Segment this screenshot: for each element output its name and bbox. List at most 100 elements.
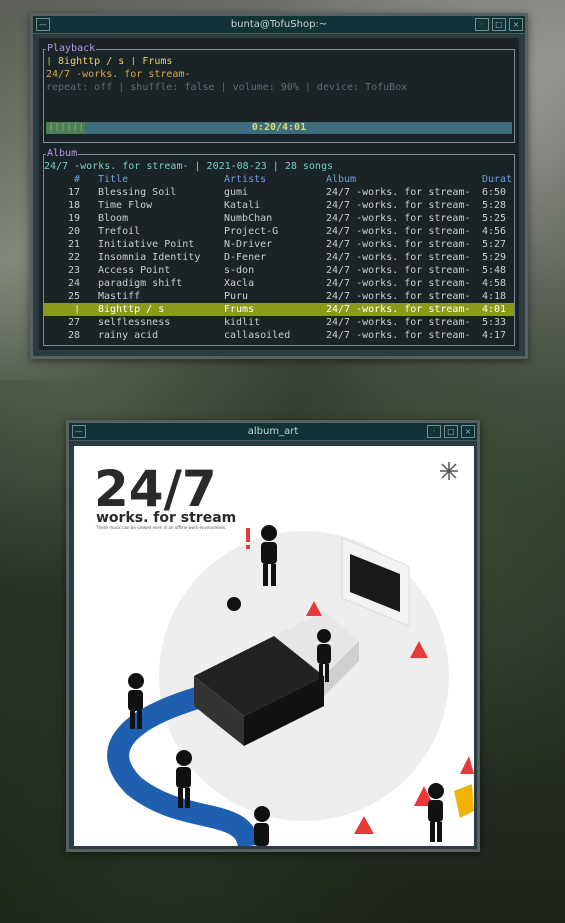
track-row[interactable]: 28 rainy acid callasoiled 24/7 -works. for … — [44, 329, 514, 342]
minimize-icon[interactable]: · — [427, 425, 441, 438]
track-album: 24/7 -works. for stream- — [326, 200, 471, 211]
track-title: rainy acid — [98, 330, 159, 341]
maximize-icon[interactable]: □ — [444, 425, 458, 438]
track-title: Mastiff — [98, 291, 141, 302]
track-artist: NumbChan — [224, 213, 273, 224]
window-title: bunta@TofuShop:~ — [230, 19, 328, 30]
track-title: selflessness — [98, 317, 171, 328]
track-num: ❘ — [73, 304, 80, 315]
album-header: 24/7 -works. for stream- | 2021-08-23 | … — [44, 161, 333, 172]
window-menu-icon[interactable]: — — [36, 18, 50, 31]
track-duration: 4:58 — [482, 278, 507, 289]
track-album: 24/7 -works. for stream- — [326, 304, 471, 315]
track-album: 24/7 -works. for stream- — [326, 291, 471, 302]
track-artist: Katali — [224, 200, 261, 211]
track-row[interactable]: 17 Blessing Soil gumi 24/7 -works. for stre… — [44, 186, 514, 199]
cover-subtitle: works. for stream — [96, 510, 236, 526]
tracklist-header: # Title Artists Album Durat — [44, 173, 514, 186]
track-num: 20 — [67, 226, 80, 237]
album-cover-illustration: 24/7 works. for stream These music can b… — [94, 460, 474, 846]
col-num[interactable]: # — [62, 173, 80, 186]
track-artist: N-Driver — [224, 239, 273, 250]
track-title: 8ighttp / s — [98, 304, 165, 315]
track-num: 24 — [67, 278, 80, 289]
track-num: 23 — [67, 265, 80, 276]
now-playing-text: ❘ 8ighttp / s ❘ Frums — [46, 56, 173, 67]
track-row[interactable]: 23 Access Point s-don 24/7 -works. for stre… — [44, 264, 514, 277]
album-panel: Album 24/7 -works. for stream- | 2021-08… — [43, 148, 515, 346]
track-num: 28 — [67, 330, 80, 341]
track-artist: Frums — [224, 304, 255, 315]
terminal-body[interactable]: Playback ❘ 8ighttp / s ❘ Frums 24/7 -wor… — [39, 38, 519, 350]
track-artist: s-don — [224, 265, 255, 276]
track-title: Blessing Soil — [98, 187, 177, 198]
track-num: 19 — [67, 213, 80, 224]
track-duration: 4:56 — [482, 226, 507, 237]
playback-status-line: repeat: off | shuffle: false | volume: 9… — [46, 82, 408, 93]
window-title: album_art — [247, 426, 299, 437]
track-artist: Xacla — [224, 278, 255, 289]
track-album: 24/7 -works. for stream- — [326, 278, 471, 289]
track-album: 24/7 -works. for stream- — [326, 239, 471, 250]
track-num: 18 — [67, 200, 80, 211]
playback-label: Playback — [46, 43, 97, 55]
track-row[interactable]: 19 Bloom NumbChan 24/7 -works. for stream- 5… — [44, 212, 514, 225]
window-menu-icon[interactable]: — — [72, 425, 86, 438]
track-album: 24/7 -works. for stream- — [326, 330, 471, 341]
track-album: 24/7 -works. for stream- — [326, 265, 471, 276]
col-title[interactable]: Title — [98, 173, 128, 186]
track-row[interactable]: 24 paradigm shift Xacla 24/7 -works. for st… — [44, 277, 514, 290]
album-label: Album — [46, 148, 79, 160]
track-duration: 5:33 — [482, 317, 507, 328]
track-artist: Puru — [224, 291, 249, 302]
track-title: Time Flow — [98, 200, 153, 211]
tracklist: 17 Blessing Soil gumi 24/7 -works. for stre… — [44, 186, 514, 342]
track-duration: 5:25 — [482, 213, 507, 224]
album-cover: 24/7 works. for stream These music can b… — [74, 446, 474, 846]
progress-bar[interactable]: ❘❘❘❘❘❘ 0:20/4:01 — [46, 122, 512, 134]
track-num: 25 — [67, 291, 80, 302]
album-art-titlebar[interactable]: — album_art · □ × — [69, 423, 477, 441]
track-artist: Project-G — [224, 226, 279, 237]
track-duration: 5:29 — [482, 252, 507, 263]
track-num: 27 — [67, 317, 80, 328]
track-row[interactable]: ❘ 8ighttp / s Frums 24/7 -works. for stream… — [44, 303, 514, 316]
track-title: Initiative Point — [98, 239, 195, 250]
track-row[interactable]: 21 Initiative Point N-Driver 24/7 -works. f… — [44, 238, 514, 251]
track-album: 24/7 -works. for stream- — [326, 252, 471, 263]
track-row[interactable]: 20 Trefoil Project-G 24/7 -works. for strea… — [44, 225, 514, 238]
track-album: 24/7 -works. for stream- — [326, 317, 471, 328]
col-duration[interactable]: Durat — [482, 173, 512, 186]
close-icon[interactable]: × — [509, 18, 523, 31]
col-album[interactable]: Album — [326, 173, 356, 186]
track-num: 22 — [67, 252, 80, 263]
track-artist: kidlit — [224, 317, 261, 328]
close-icon[interactable]: × — [461, 425, 475, 438]
track-artist: gumi — [224, 187, 249, 198]
track-album: 24/7 -works. for stream- — [326, 187, 471, 198]
track-duration: 6:50 — [482, 187, 507, 198]
track-duration: 5:27 — [482, 239, 507, 250]
track-num: 21 — [67, 239, 80, 250]
now-playing-album: 24/7 -works. for stream- — [46, 69, 191, 80]
track-duration: 5:48 — [482, 265, 507, 276]
maximize-icon[interactable]: □ — [492, 18, 506, 31]
track-row[interactable]: 18 Time Flow Katali 24/7 -works. for stream… — [44, 199, 514, 212]
terminal-titlebar[interactable]: — bunta@TofuShop:~ · □ × — [33, 16, 525, 34]
track-duration: 4:01 — [482, 304, 507, 315]
track-duration: 5:28 — [482, 200, 507, 211]
col-artist[interactable]: Artists — [224, 173, 266, 186]
album-art-window[interactable]: — album_art · □ × 24/7 works. for stream… — [66, 420, 480, 852]
track-title: Bloom — [98, 213, 129, 224]
track-row[interactable]: 25 Mastiff Puru 24/7 -works. for stream- 4:1… — [44, 290, 514, 303]
cover-tagline: These music can be viewed even in an off… — [95, 525, 226, 530]
track-artist: D-Fener — [224, 252, 267, 263]
minimize-icon[interactable]: · — [475, 18, 489, 31]
track-title: Insomnia Identity — [98, 252, 201, 263]
track-duration: 4:17 — [482, 330, 507, 341]
track-row[interactable]: 22 Insomnia Identity D-Fener 24/7 -works. f… — [44, 251, 514, 264]
terminal-window[interactable]: — bunta@TofuShop:~ · □ × Playback ❘ 8igh… — [30, 13, 528, 359]
track-title: Access Point — [98, 265, 171, 276]
track-duration: 4:18 — [482, 291, 507, 302]
track-row[interactable]: 27 selflessness kidlit 24/7 -works. for str… — [44, 316, 514, 329]
